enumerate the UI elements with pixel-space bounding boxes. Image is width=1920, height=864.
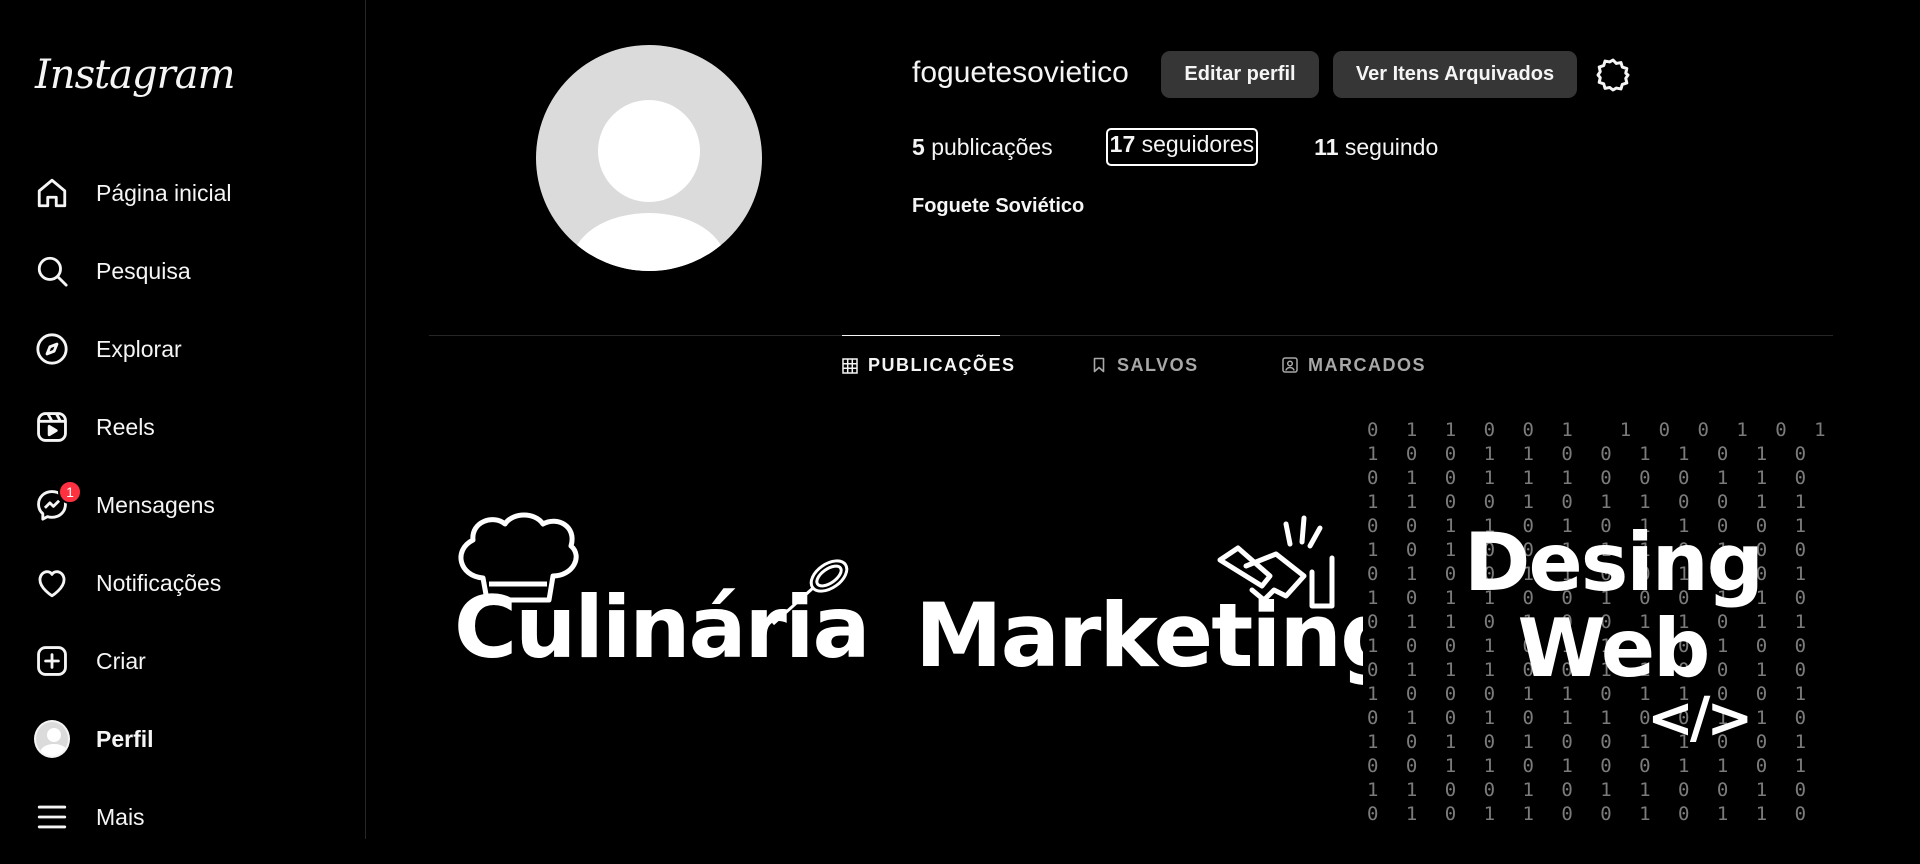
sidebar-item-label: Perfil — [96, 725, 154, 752]
tab-marcados[interactable]: MARCADOS — [1282, 335, 1426, 395]
post-title: Culinária — [454, 578, 870, 678]
bookmark-icon — [1091, 357, 1107, 373]
sidebar-item-label: Criar — [96, 647, 146, 674]
sidebar-item-label: Reels — [96, 413, 155, 440]
reels-icon — [34, 409, 70, 445]
sidebar-item-label: Mensagens — [96, 491, 215, 518]
sidebar-item-notifications[interactable]: Notificações — [20, 552, 350, 614]
sidebar-item-home[interactable]: Página inicial — [20, 162, 350, 224]
post-tile[interactable]: Culinária — [429, 418, 894, 839]
post-tile[interactable]: Marketing — [898, 418, 1363, 839]
sidebar-item-profile[interactable]: Perfil — [20, 708, 350, 770]
profile-main: foguetesovietico Editar perfil Ver Itens… — [367, 0, 1895, 839]
posts-grid: Culinária Marketing 0 1 1 0 0 1 1 0 0 1 … — [429, 418, 1833, 839]
sidebar-item-messages[interactable]: 1 Mensagens — [20, 474, 350, 536]
plus-square-icon — [34, 643, 70, 679]
search-icon — [34, 253, 70, 289]
tab-salvos[interactable]: SALVOS — [1091, 335, 1199, 395]
followers-link[interactable]: 17 seguidores — [1105, 128, 1259, 166]
sidebar-item-label: Pesquisa — [96, 257, 191, 284]
sidebar-item-explore[interactable]: Explorar — [20, 318, 350, 380]
compass-icon — [34, 331, 70, 367]
sidebar-item-label: Mais — [96, 803, 145, 830]
avatar — [34, 720, 70, 758]
tab-publicacoes[interactable]: PUBLICAÇÕES — [842, 335, 1014, 395]
instagram-logo[interactable]: Instagram — [35, 52, 236, 98]
home-icon — [34, 175, 70, 211]
sidebar-item-search[interactable]: Pesquisa — [20, 240, 350, 302]
code-symbol: </> — [1647, 686, 1753, 751]
profile-stats: 5 publicações 17 seguidores 11 seguindo — [912, 128, 1496, 166]
edit-profile-button[interactable]: Editar perfil — [1161, 51, 1319, 98]
post-tile[interactable]: 0 1 1 0 0 1 1 0 0 1 0 1 0 0 1 0 1 0 0 1 … — [1367, 418, 1832, 839]
post-title: Marketing — [915, 584, 1363, 687]
sidebar-item-label: Notificações — [96, 569, 222, 596]
sidebar-nav: Página inicial Pesquisa Explorar Reels 1 — [20, 162, 350, 864]
sidebar-item-label: Página inicial — [96, 179, 232, 206]
profile-full-name: Foguete Soviético — [912, 195, 1085, 217]
sidebar-item-reels[interactable]: Reels — [20, 396, 350, 458]
grid-icon — [842, 357, 858, 374]
sidebar-item-label: Explorar — [96, 335, 182, 362]
following-link[interactable]: 11 seguindo — [1314, 134, 1438, 164]
sidebar: Instagram Página inicial Pesquisa Explor… — [0, 0, 366, 839]
profile-tabs: PUBLICAÇÕES SALVOS MARCADOS — [367, 335, 1895, 395]
profile-picture[interactable] — [536, 45, 762, 271]
messenger-icon: 1 — [34, 480, 82, 523]
unread-badge: 1 — [58, 480, 82, 504]
sidebar-item-create[interactable]: Criar — [20, 630, 350, 692]
view-archive-button[interactable]: Ver Itens Arquivados — [1333, 51, 1577, 98]
posts-count: 5 publicações — [912, 134, 1053, 160]
menu-icon — [34, 799, 70, 835]
heart-icon — [34, 565, 70, 601]
post-title: Desing Web — [1464, 516, 1764, 695]
tagged-icon — [1282, 357, 1298, 373]
profile-username: foguetesovietico — [912, 56, 1129, 89]
gear-icon[interactable] — [1595, 57, 1631, 93]
